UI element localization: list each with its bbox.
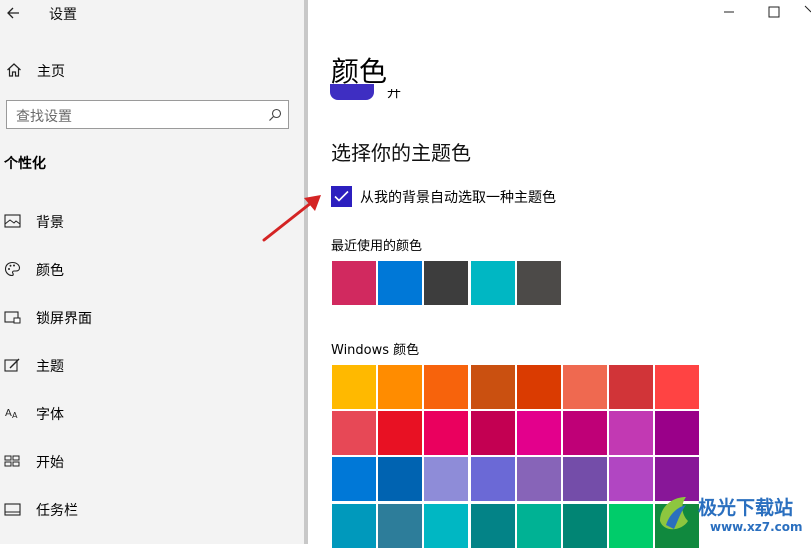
sidebar-scrollbar[interactable] <box>304 0 308 544</box>
red-arrow-annotation <box>262 195 321 242</box>
windows-color-swatch[interactable] <box>516 503 561 548</box>
windows-color-swatch[interactable] <box>332 457 376 502</box>
windows-color-swatch[interactable] <box>563 365 607 409</box>
dark-mode-toggle[interactable] <box>330 84 374 100</box>
minimize-button[interactable] <box>720 4 738 20</box>
font-icon: A A <box>5 408 18 420</box>
svg-text:A: A <box>12 411 18 420</box>
windows-color-swatch[interactable] <box>563 411 607 456</box>
sidebar-item-label: 任务栏 <box>36 503 78 519</box>
windows-color-swatch[interactable] <box>563 457 607 502</box>
sidebar-item-background[interactable]: 背景 <box>0 206 300 236</box>
taskbar-icon <box>4 503 21 516</box>
windows-color-swatch[interactable] <box>609 503 654 548</box>
back-button[interactable] <box>4 3 24 23</box>
recent-color-swatch[interactable] <box>378 261 423 305</box>
windows-colors-title: Windows 颜色 <box>331 343 420 358</box>
windows-color-swatch[interactable] <box>516 457 561 502</box>
windows-color-swatch[interactable] <box>470 457 515 502</box>
settings-sidebar: 设置 主页 查找设置 个性化 背景 颜色 锁屏界面 主题 A A 字体 开始 任… <box>0 0 308 544</box>
maximize-button[interactable] <box>766 4 782 20</box>
windows-color-swatch[interactable] <box>424 503 469 548</box>
windows-color-swatch[interactable] <box>332 411 376 456</box>
back-arrow-icon <box>7 7 19 19</box>
windows-color-swatch[interactable] <box>609 457 654 502</box>
recent-colors-title: 最近使用的颜色 <box>331 239 423 254</box>
sidebar-item-lock-screen[interactable]: 锁屏界面 <box>0 302 300 332</box>
windows-color-swatch[interactable] <box>332 503 376 548</box>
watermark: 极光下载站 www.xz7.com <box>652 487 811 544</box>
recent-color-swatch[interactable] <box>332 261 376 305</box>
windows-color-swatch[interactable] <box>378 503 423 548</box>
sidebar-item-label: 颜色 <box>36 263 64 279</box>
windows-color-swatch[interactable] <box>516 365 561 409</box>
windows-color-swatch[interactable] <box>516 411 561 456</box>
windows-color-swatch[interactable] <box>655 365 700 409</box>
start-icon <box>4 455 20 467</box>
sidebar-item-themes[interactable]: 主题 <box>0 350 300 380</box>
windows-color-swatch[interactable] <box>378 411 423 456</box>
sidebar-item-colors[interactable]: 颜色 <box>0 254 300 284</box>
sidebar-item-fonts[interactable]: A A 字体 <box>0 398 300 428</box>
sidebar-item-label: 字体 <box>36 407 64 423</box>
sidebar-item-taskbar[interactable]: 任务栏 <box>0 494 300 524</box>
section-title: 个性化 <box>4 156 46 172</box>
picture-icon <box>4 214 21 228</box>
sidebar-item-label: 开始 <box>36 455 64 471</box>
recent-color-swatch[interactable] <box>424 261 469 305</box>
toggle-state-label: 开 <box>387 85 401 101</box>
sidebar-item-label: 锁屏界面 <box>36 311 92 327</box>
windows-color-swatch[interactable] <box>609 365 654 409</box>
windows-color-swatch[interactable] <box>470 365 515 409</box>
watermark-logo-icon <box>660 497 688 530</box>
sidebar-item-label: 主页 <box>37 64 65 80</box>
window-title: 设置 <box>49 7 77 23</box>
windows-color-swatch[interactable] <box>470 503 515 548</box>
sidebar-item-label: 背景 <box>36 215 64 231</box>
windows-color-swatch[interactable] <box>470 411 515 456</box>
search-icon[interactable] <box>268 108 282 122</box>
accent-color-heading: 选择你的主题色 <box>331 141 471 165</box>
windows-color-swatch[interactable] <box>378 365 423 409</box>
search-placeholder: 查找设置 <box>16 109 72 125</box>
windows-color-swatch[interactable] <box>424 411 469 456</box>
palette-icon <box>4 261 21 277</box>
close-button[interactable] <box>804 0 811 22</box>
watermark-name: 极光下载站 <box>698 497 794 519</box>
auto-accent-checkbox[interactable] <box>331 186 352 207</box>
windows-color-swatch[interactable] <box>424 457 469 502</box>
theme-icon <box>4 358 20 372</box>
windows-color-swatch[interactable] <box>609 411 654 456</box>
windows-color-swatch[interactable] <box>655 411 700 456</box>
sidebar-item-start[interactable]: 开始 <box>0 446 300 476</box>
sidebar-item-home[interactable]: 主页 <box>0 56 300 84</box>
windows-color-swatch[interactable] <box>378 457 423 502</box>
lock-screen-icon <box>4 311 21 324</box>
windows-color-swatch[interactable] <box>332 365 376 409</box>
windows-color-swatch[interactable] <box>563 503 607 548</box>
recent-color-swatch[interactable] <box>470 261 515 305</box>
windows-color-swatch[interactable] <box>424 365 469 409</box>
search-input[interactable]: 查找设置 <box>6 100 289 129</box>
recent-color-swatch[interactable] <box>516 261 561 305</box>
checkmark-icon <box>334 190 349 202</box>
sidebar-item-label: 主题 <box>36 359 64 375</box>
watermark-url: www.xz7.com <box>710 520 803 534</box>
auto-accent-label: 从我的背景自动选取一种主题色 <box>360 190 556 206</box>
svg-text:A: A <box>5 408 12 419</box>
home-icon <box>7 63 21 77</box>
